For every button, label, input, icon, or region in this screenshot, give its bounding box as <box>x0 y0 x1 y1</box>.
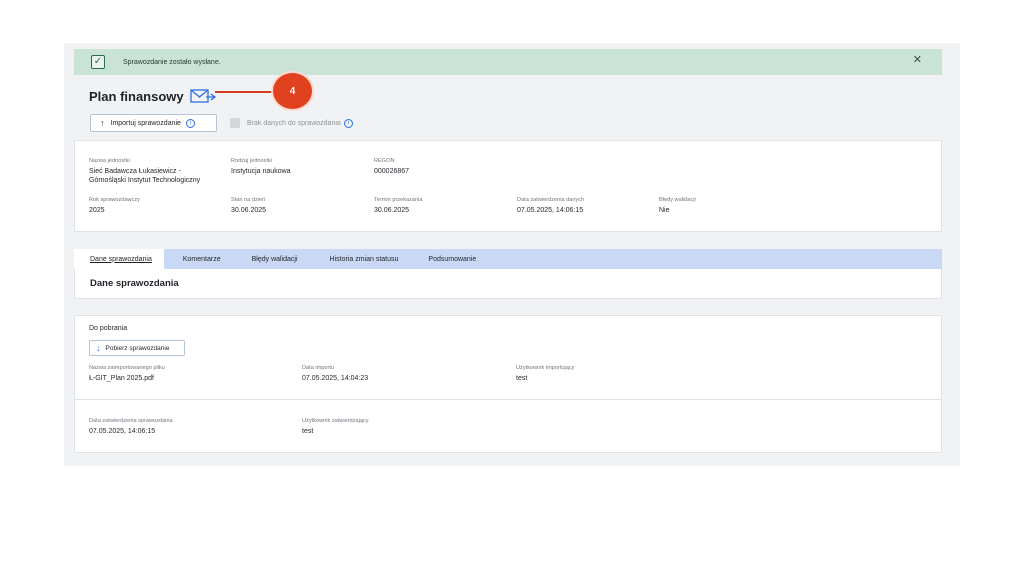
import-date-value: 07.05.2025, 14:04:23 <box>302 375 369 382</box>
validation-errors-value: Nie <box>659 207 670 214</box>
tab-summary[interactable]: Podsumowanie <box>414 249 492 269</box>
divider <box>75 399 941 400</box>
as-of-field: Stan na dzień 30.06.2025 <box>231 197 266 215</box>
close-icon[interactable]: ✕ <box>913 55 922 66</box>
unit-type-field: Rodzaj jednostki Instytucja naukowa <box>231 158 291 176</box>
unit-type-label: Rodzaj jednostki <box>231 158 273 164</box>
approval-date-value: 07.05.2025, 14:06:15 <box>517 207 584 214</box>
tab-status-history[interactable]: Historia zmian statusu <box>314 249 415 269</box>
unit-name-label: Nazwa jednostki <box>89 158 130 164</box>
alert-message: Sprawozdanie zostało wysłane. <box>123 58 221 66</box>
validation-errors-label: Błędy walidacji <box>659 197 696 203</box>
report-approval-label: Data zatwierdzenia sprawozdania <box>89 418 173 424</box>
tab-report-data[interactable]: Dane sprawozdania <box>74 249 164 269</box>
title-row: Plan finansowy <box>89 85 218 107</box>
download-report-button[interactable]: ↓ Pobierz sprawozdanie <box>89 340 185 356</box>
deadline-field: Termin przekazania 30.06.2025 <box>374 197 423 215</box>
no-data-option: Brak danych do sprawozdania i <box>230 118 353 128</box>
info-icon[interactable]: i <box>343 118 353 128</box>
file-name-label: Nazwa zaimportowanego pliku <box>89 365 165 371</box>
import-date-label: Data importu <box>302 365 335 371</box>
callout-line <box>215 91 273 93</box>
approving-user-field: Użytkownik zatwierdzający test <box>302 418 369 436</box>
import-report-label: Importuj sprawozdanie <box>110 119 181 127</box>
no-data-label: Brak danych do sprawozdania <box>247 119 341 127</box>
download-report-label: Pobierz sprawozdanie <box>105 344 170 352</box>
tab-comments[interactable]: Komentarze <box>164 249 237 269</box>
success-alert: ✓ Sprawozdanie zostało wysłane. ✕ <box>74 49 942 75</box>
check-icon: ✓ <box>91 55 105 69</box>
import-report-button[interactable]: ↑ Importuj sprawozdanie i <box>90 114 217 132</box>
approval-date-label: Data zatwierdzenia danych <box>517 197 585 203</box>
unit-name-value-line2: Górnośląski Instytut Technologiczny <box>89 177 201 184</box>
envelope-send-icon[interactable] <box>189 88 218 104</box>
importing-user-value: test <box>516 375 528 382</box>
deadline-label: Termin przekazania <box>374 197 423 203</box>
as-of-label: Stan na dzień <box>231 197 266 203</box>
unit-name-value-line1: Sieć Badawcza Łukasiewicz - <box>89 168 181 175</box>
main-panel: ✓ Sprawozdanie zostało wysłane. ✕ Plan f… <box>64 43 960 466</box>
year-field: Rok sprawozdawczy 2025 <box>89 197 140 215</box>
unit-name-field: Nazwa jednostki Sieć Badawcza Łukasiewic… <box>89 158 200 185</box>
year-label: Rok sprawozdawczy <box>89 197 140 203</box>
approving-user-value: test <box>302 428 314 435</box>
approval-date-field: Data zatwierdzenia danych 07.05.2025, 14… <box>517 197 584 215</box>
approving-user-label: Użytkownik zatwierdzający <box>302 418 369 424</box>
file-name-field: Nazwa zaimportowanego pliku Ł-GIT_Plan 2… <box>89 365 165 383</box>
unit-type-value: Instytucja naukowa <box>231 168 291 175</box>
tab-bar: Dane sprawozdania Komentarze Błędy walid… <box>74 249 942 269</box>
validation-errors-field: Błędy walidacji Nie <box>659 197 696 215</box>
tab-validation-errors[interactable]: Błędy walidacji <box>237 249 314 269</box>
download-title: Do pobrania <box>89 325 128 332</box>
importing-user-field: Użytkownik importujący test <box>516 365 574 383</box>
download-card: Do pobrania ↓ Pobierz sprawozdanie Nazwa… <box>74 315 942 453</box>
page-title: Plan finansowy <box>89 88 184 104</box>
unit-info-card: Nazwa jednostki Sieć Badawcza Łukasiewic… <box>74 140 942 232</box>
regon-field: REGON 000026867 <box>374 158 409 176</box>
importing-user-label: Użytkownik importujący <box>516 365 575 371</box>
report-approval-value: 07.05.2025, 14:06:15 <box>89 428 156 435</box>
import-date-field: Data importu 07.05.2025, 14:04:23 <box>302 365 368 383</box>
regon-value: 000026867 <box>374 168 410 175</box>
section-header: Dane sprawozdania <box>74 269 942 299</box>
arrow-down-icon: ↓ <box>96 343 101 353</box>
section-title: Dane sprawozdania <box>90 278 179 289</box>
file-name-value: Ł-GIT_Plan 2025.pdf <box>89 375 154 382</box>
deadline-value: 30.06.2025 <box>374 207 410 214</box>
info-icon[interactable]: i <box>185 118 195 128</box>
arrow-up-icon: ↑ <box>100 118 105 128</box>
no-data-checkbox <box>230 118 240 128</box>
year-value: 2025 <box>89 207 105 214</box>
as-of-value: 30.06.2025 <box>231 207 267 214</box>
callout-badge: 4 <box>273 73 312 109</box>
regon-label: REGON <box>374 158 395 164</box>
report-approval-field: Data zatwierdzenia sprawozdania 07.05.20… <box>89 418 173 436</box>
